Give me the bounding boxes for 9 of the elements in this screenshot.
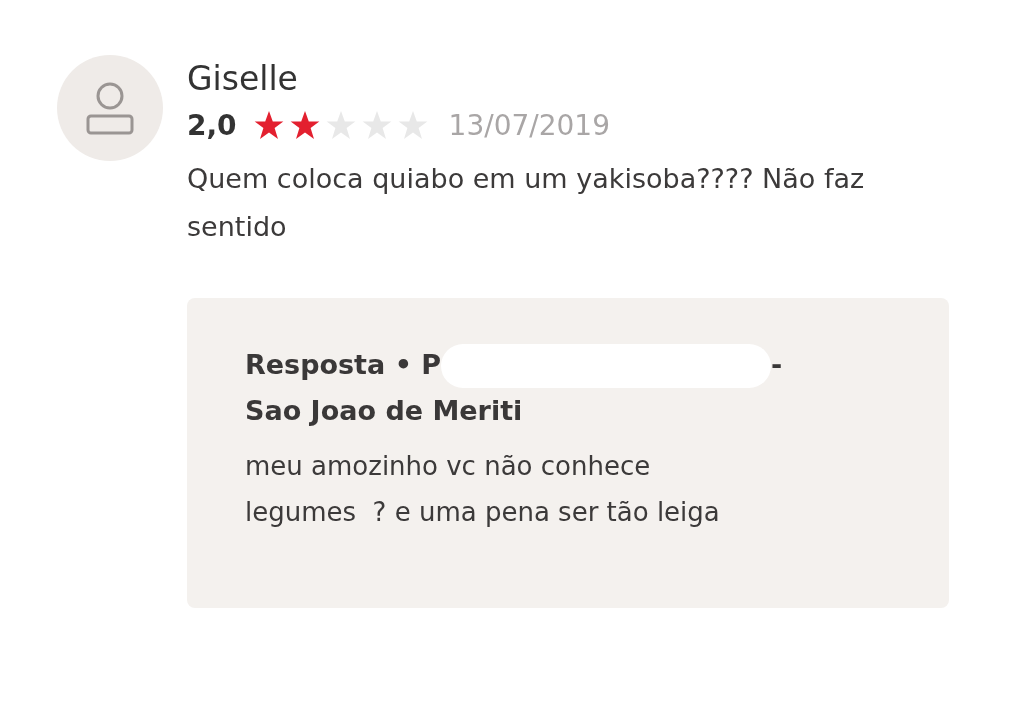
rating-value: 2,0 (187, 108, 237, 145)
store-location: Sao Joao de Meriti (245, 394, 524, 429)
reply-title-dash: - (771, 348, 783, 380)
reply-text: meu amozinho vc não conhece legumes ? e uma pena ser tão leiga (245, 450, 721, 529)
user-icon (84, 80, 136, 136)
review-text: Quem coloca quiabo em um yakisoba???? Não faz sentido (187, 162, 866, 244)
reply-title: Resposta • P (245, 348, 442, 380)
review-date: 13/07/2019 (448, 108, 610, 145)
author-name: Giselle (187, 61, 299, 98)
